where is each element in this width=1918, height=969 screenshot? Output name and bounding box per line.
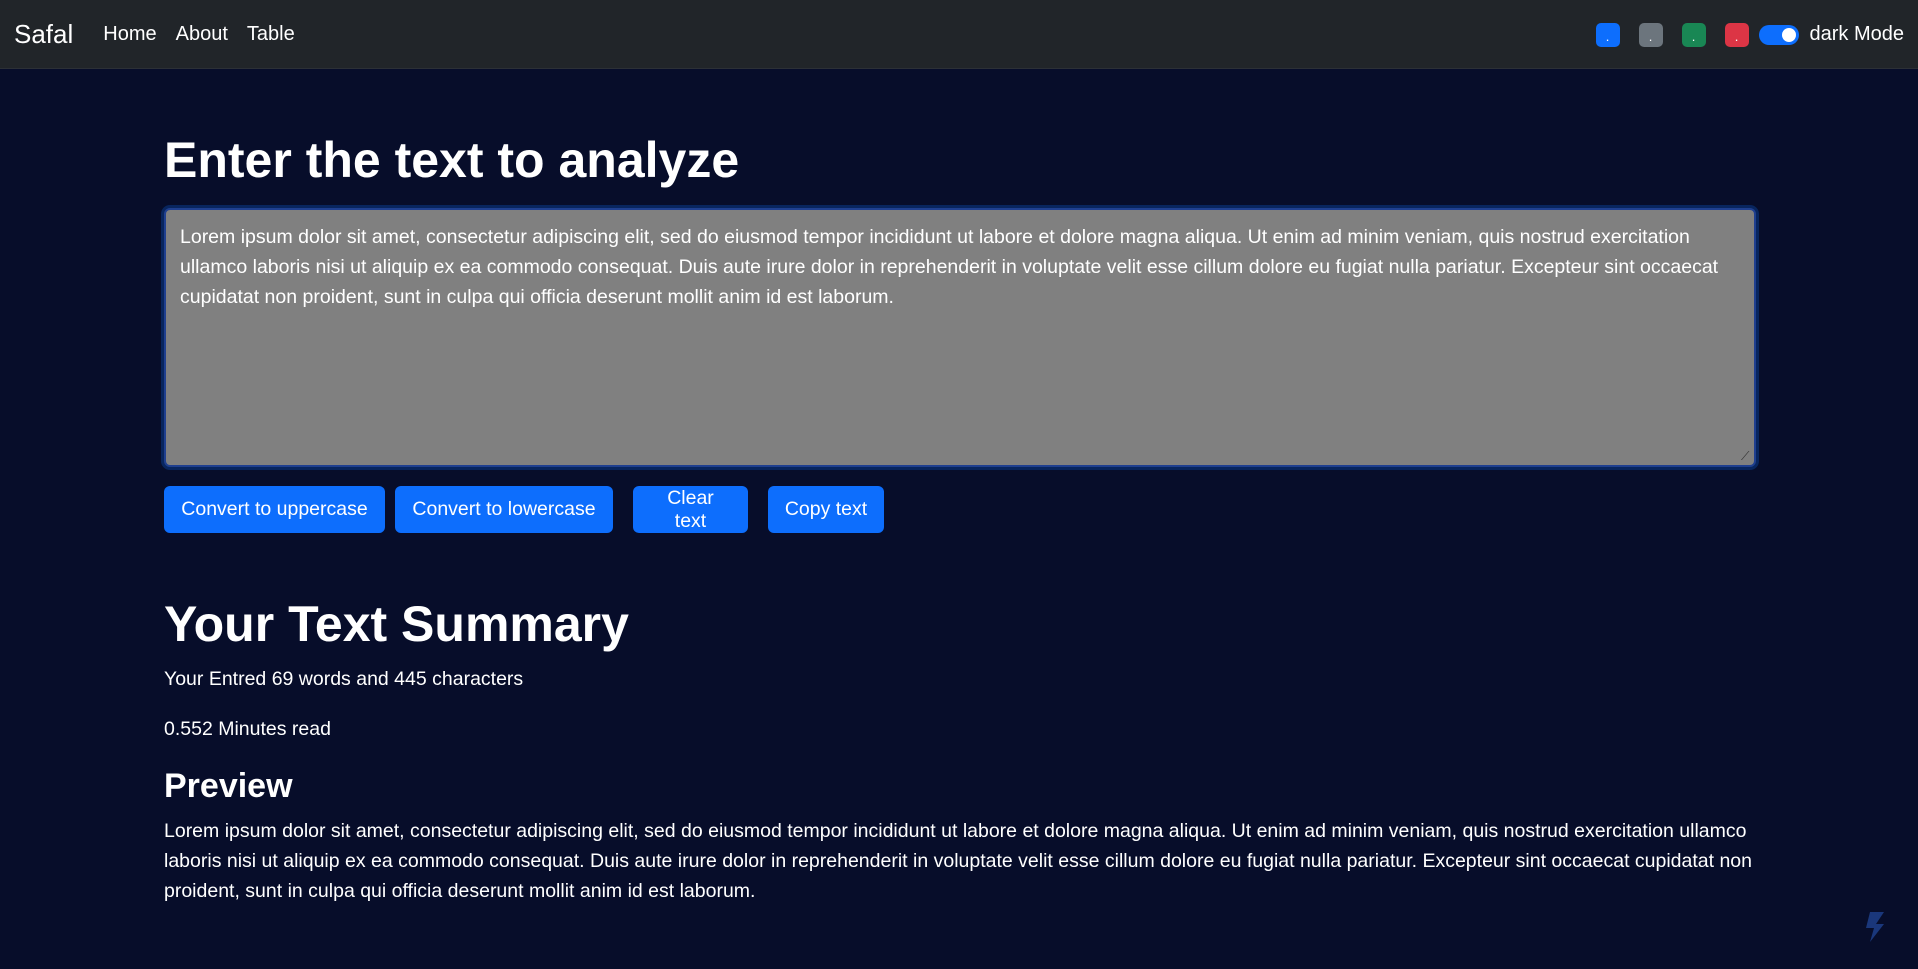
navbar: Safal Home About Table . . . . dark Mode xyxy=(0,0,1918,69)
nav-links: Home About Table xyxy=(103,23,294,46)
dark-mode-toggle[interactable] xyxy=(1758,24,1799,45)
uppercase-button[interactable]: Convert to uppercase xyxy=(164,486,385,533)
copy-button[interactable]: Copy text xyxy=(768,486,884,533)
nav-link-about[interactable]: About xyxy=(176,23,228,46)
resize-grip-icon[interactable]: ⟋ xyxy=(1741,450,1753,462)
theme-swatch-gray[interactable]: . xyxy=(1638,22,1663,47)
preview-text: Lorem ipsum dolor sit amet, consectetur … xyxy=(164,820,1752,902)
preview-title: Preview xyxy=(164,767,293,805)
read-time-text: 0.552 Minutes read xyxy=(164,718,331,740)
page-title: Enter the text to analyze xyxy=(164,132,740,188)
toggle-knob xyxy=(1781,27,1796,42)
nav-link-table[interactable]: Table xyxy=(247,23,295,46)
word-count-text: Your Entred 69 words and 445 characters xyxy=(164,668,524,690)
theme-swatch-blue[interactable]: . xyxy=(1595,22,1620,47)
lowercase-button[interactable]: Convert to lowercase xyxy=(395,486,613,533)
dark-mode-label: dark Mode xyxy=(1809,23,1905,45)
brand-logo[interactable]: Safal xyxy=(14,19,73,50)
summary-title: Your Text Summary xyxy=(164,596,629,652)
theme-swatch-green[interactable]: . xyxy=(1681,22,1706,47)
theme-controls: . . . . dark Mode xyxy=(1595,0,1905,69)
nav-link-home[interactable]: Home xyxy=(103,23,156,46)
corner-logo-icon xyxy=(1866,912,1884,942)
clear-button[interactable]: Clear text xyxy=(633,486,748,533)
action-buttons: Convert to uppercase Convert to lowercas… xyxy=(164,486,884,533)
text-input[interactable] xyxy=(164,208,1756,467)
theme-swatch-red[interactable]: . xyxy=(1724,22,1749,47)
